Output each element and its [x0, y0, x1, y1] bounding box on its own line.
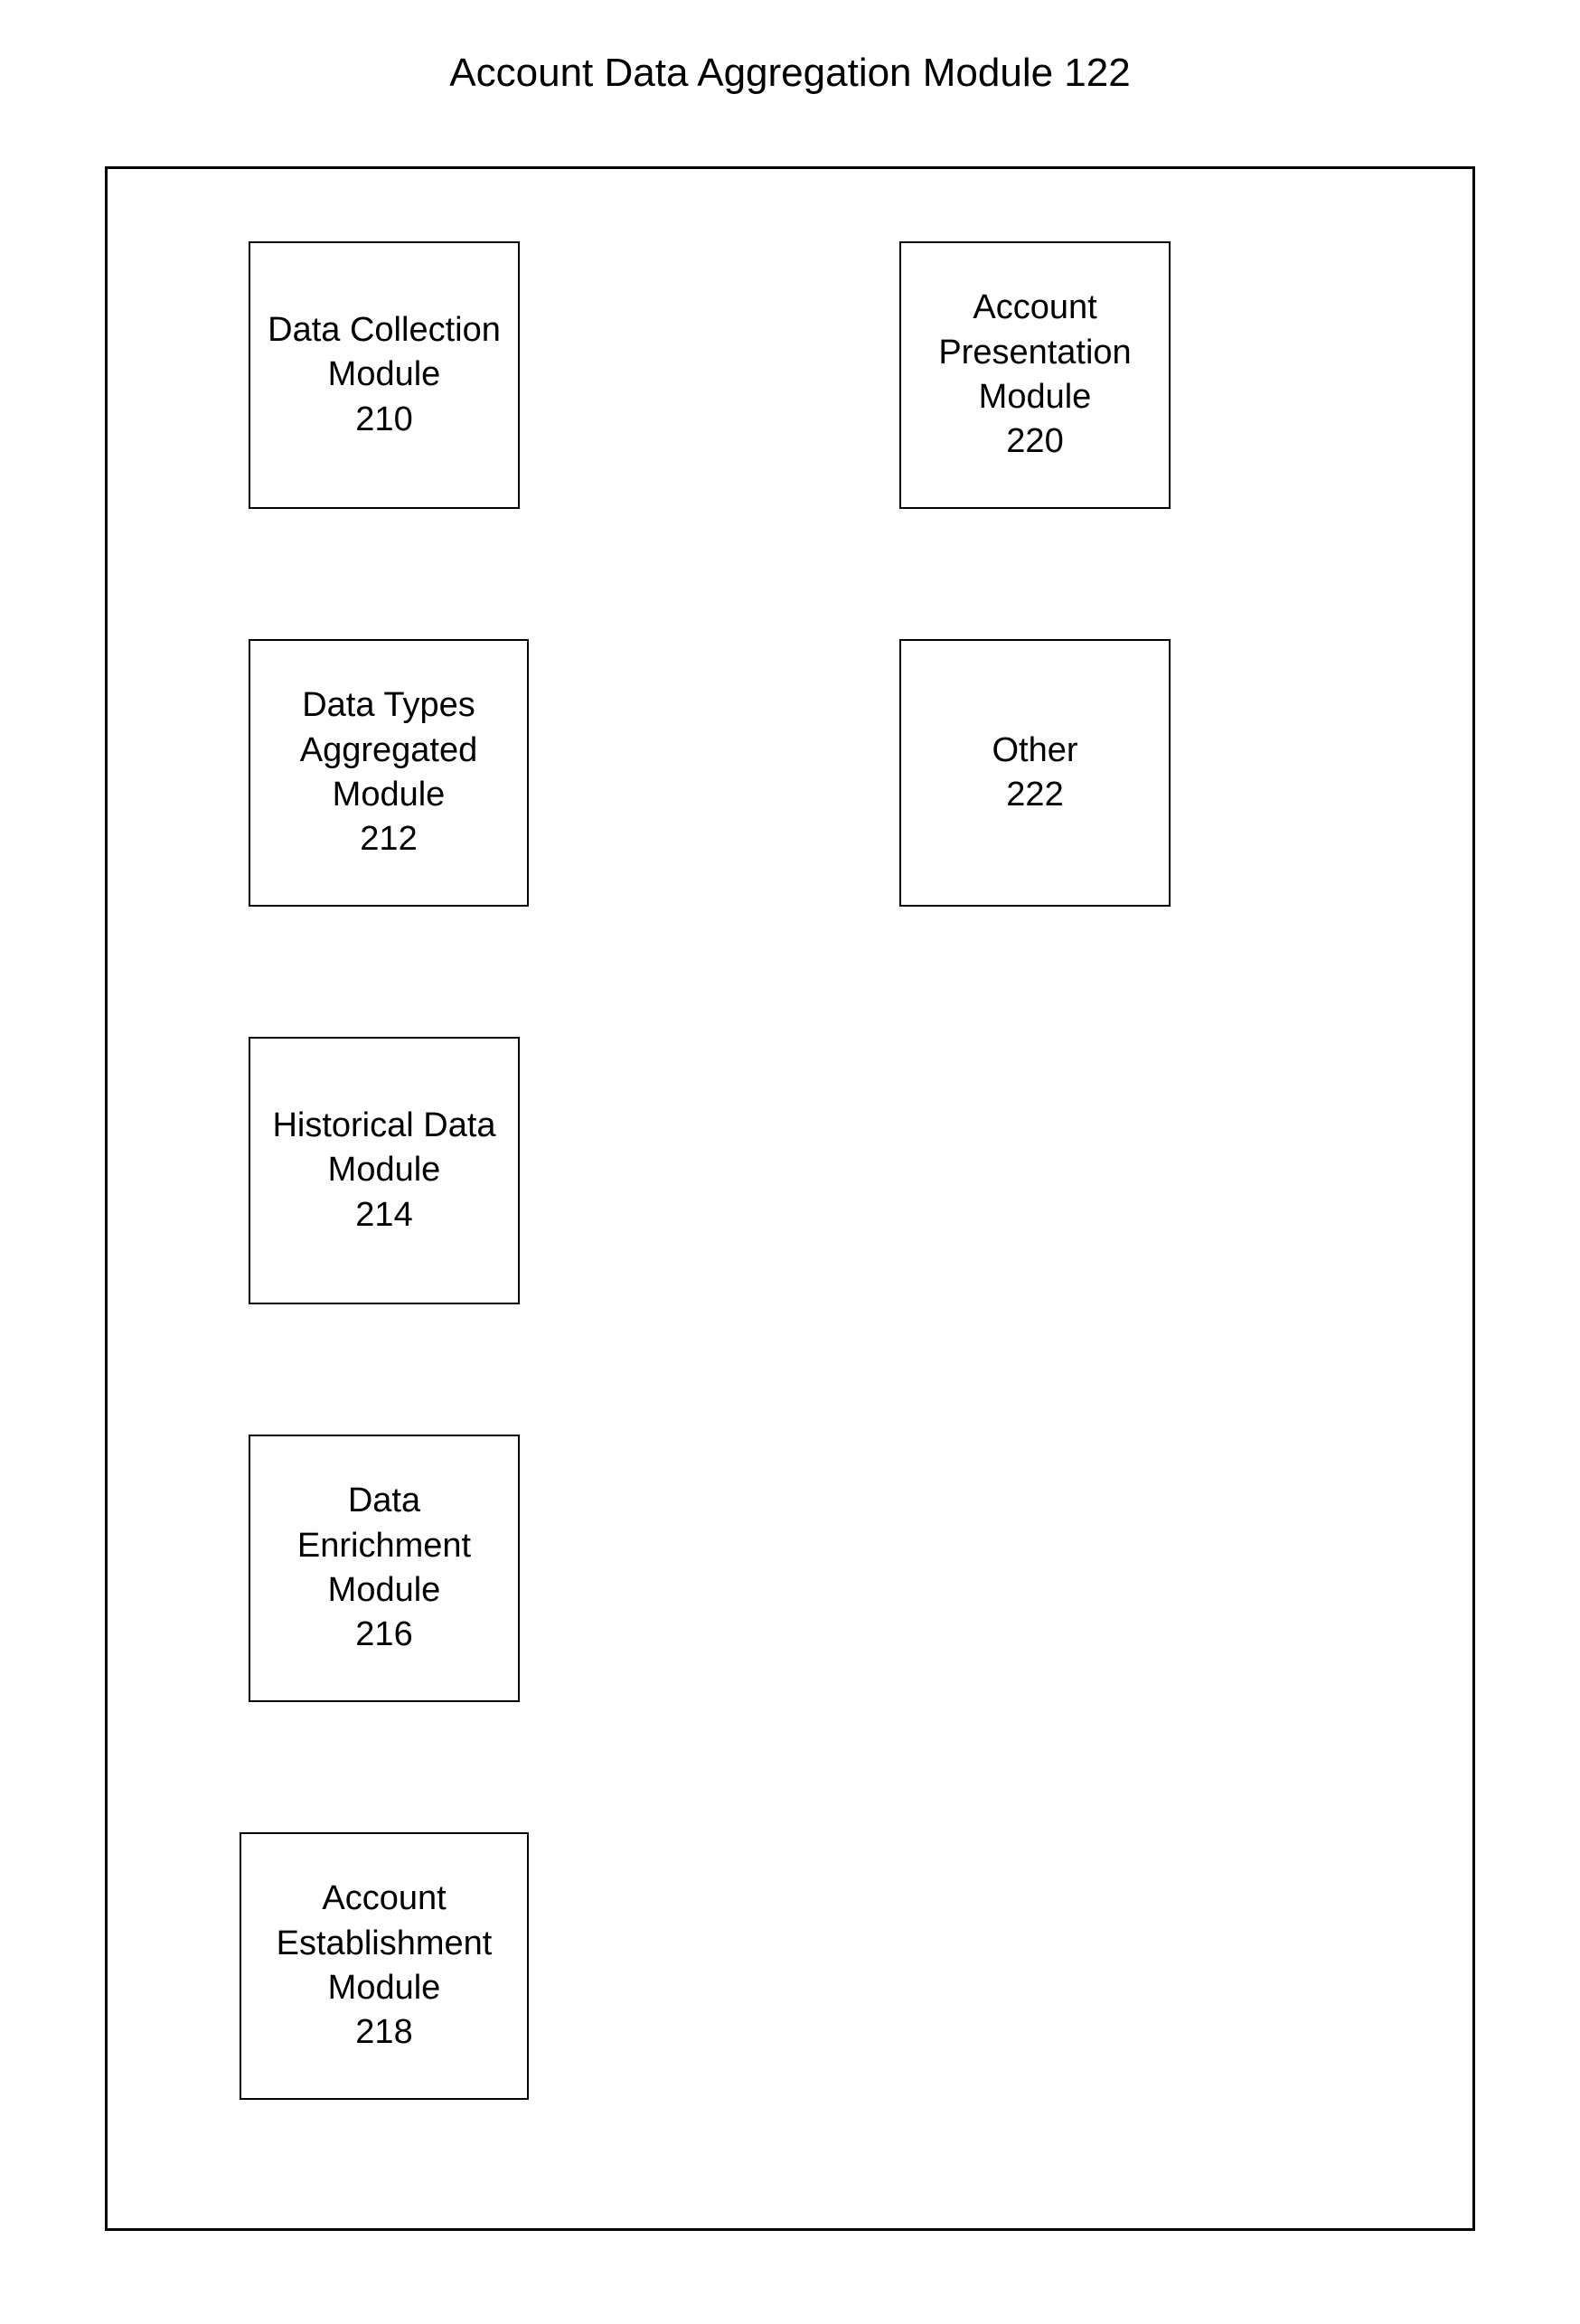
- data-enrichment-module-box: Data Enrichment Module 216: [249, 1435, 520, 1702]
- module-number: 222: [1006, 773, 1063, 817]
- account-presentation-module-box: Account Presentation Module 220: [899, 241, 1171, 509]
- aggregation-module-container: Data Collection Module 210 Data Types Ag…: [105, 166, 1475, 2231]
- historical-data-module-box: Historical Data Module 214: [249, 1037, 520, 1304]
- module-number: 216: [355, 1613, 412, 1657]
- module-label: Account Presentation Module: [912, 286, 1158, 419]
- other-module-box: Other 222: [899, 639, 1171, 907]
- module-number: 212: [360, 817, 417, 861]
- module-label: Other: [992, 729, 1077, 773]
- module-label: Historical Data Module: [261, 1104, 507, 1193]
- module-label: Data Collection Module: [261, 308, 507, 398]
- module-label: Data Types Aggregated Module: [261, 683, 516, 817]
- data-collection-module-box: Data Collection Module 210: [249, 241, 520, 509]
- module-number: 210: [355, 398, 412, 442]
- module-label: Data Enrichment Module: [261, 1479, 507, 1613]
- module-number: 220: [1006, 419, 1063, 464]
- account-establishment-module-box: Account Establishment Module 218: [240, 1832, 529, 2100]
- module-label: Account Establishment Module: [252, 1877, 516, 2010]
- diagram-title: Account Data Aggregation Module 122: [449, 51, 1130, 96]
- module-number: 214: [355, 1193, 412, 1237]
- module-number: 218: [355, 2010, 412, 2055]
- data-types-aggregated-module-box: Data Types Aggregated Module 212: [249, 639, 529, 907]
